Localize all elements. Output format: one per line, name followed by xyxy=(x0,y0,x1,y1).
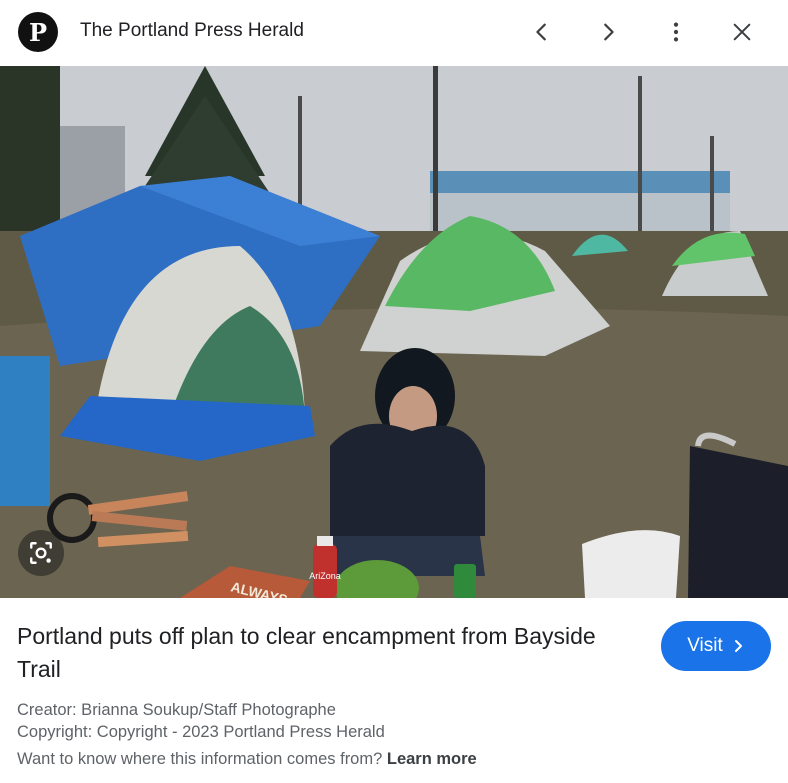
close-button[interactable] xyxy=(724,14,760,50)
can-label: AriZona xyxy=(309,571,341,581)
next-button[interactable] xyxy=(590,14,626,50)
image-viewer-header: P The Portland Press Herald xyxy=(0,0,788,66)
preview-image[interactable]: AriZona ALWAYS xyxy=(0,66,788,598)
previous-button[interactable] xyxy=(524,14,560,50)
info-line: Want to know where this information come… xyxy=(17,750,477,769)
copyright-text: Copyright: Copyright - 2023 Portland Pre… xyxy=(17,723,385,741)
learn-more-link[interactable]: Learn more xyxy=(387,750,477,768)
chevron-right-icon xyxy=(734,640,742,652)
more-options-button[interactable] xyxy=(658,14,694,50)
logo-letter: P xyxy=(28,17,48,47)
more-vert-icon xyxy=(673,22,679,42)
visit-button[interactable]: Visit xyxy=(661,621,771,671)
chevron-right-icon xyxy=(604,23,614,41)
site-name[interactable]: The Portland Press Herald xyxy=(80,20,304,42)
encampment-photo: AriZona ALWAYS xyxy=(0,66,788,598)
info-text: Want to know where this information come… xyxy=(17,750,383,768)
creator-text: Creator: Brianna Soukup/Staff Photograph… xyxy=(17,701,336,719)
visit-label: Visit xyxy=(687,635,723,656)
chevron-left-icon xyxy=(536,23,546,41)
google-lens-icon xyxy=(30,542,52,564)
google-lens-button[interactable] xyxy=(18,530,64,576)
site-logo[interactable]: P xyxy=(18,12,58,52)
article-headline[interactable]: Portland puts off plan to clear encampme… xyxy=(17,620,617,686)
close-icon xyxy=(733,23,751,41)
